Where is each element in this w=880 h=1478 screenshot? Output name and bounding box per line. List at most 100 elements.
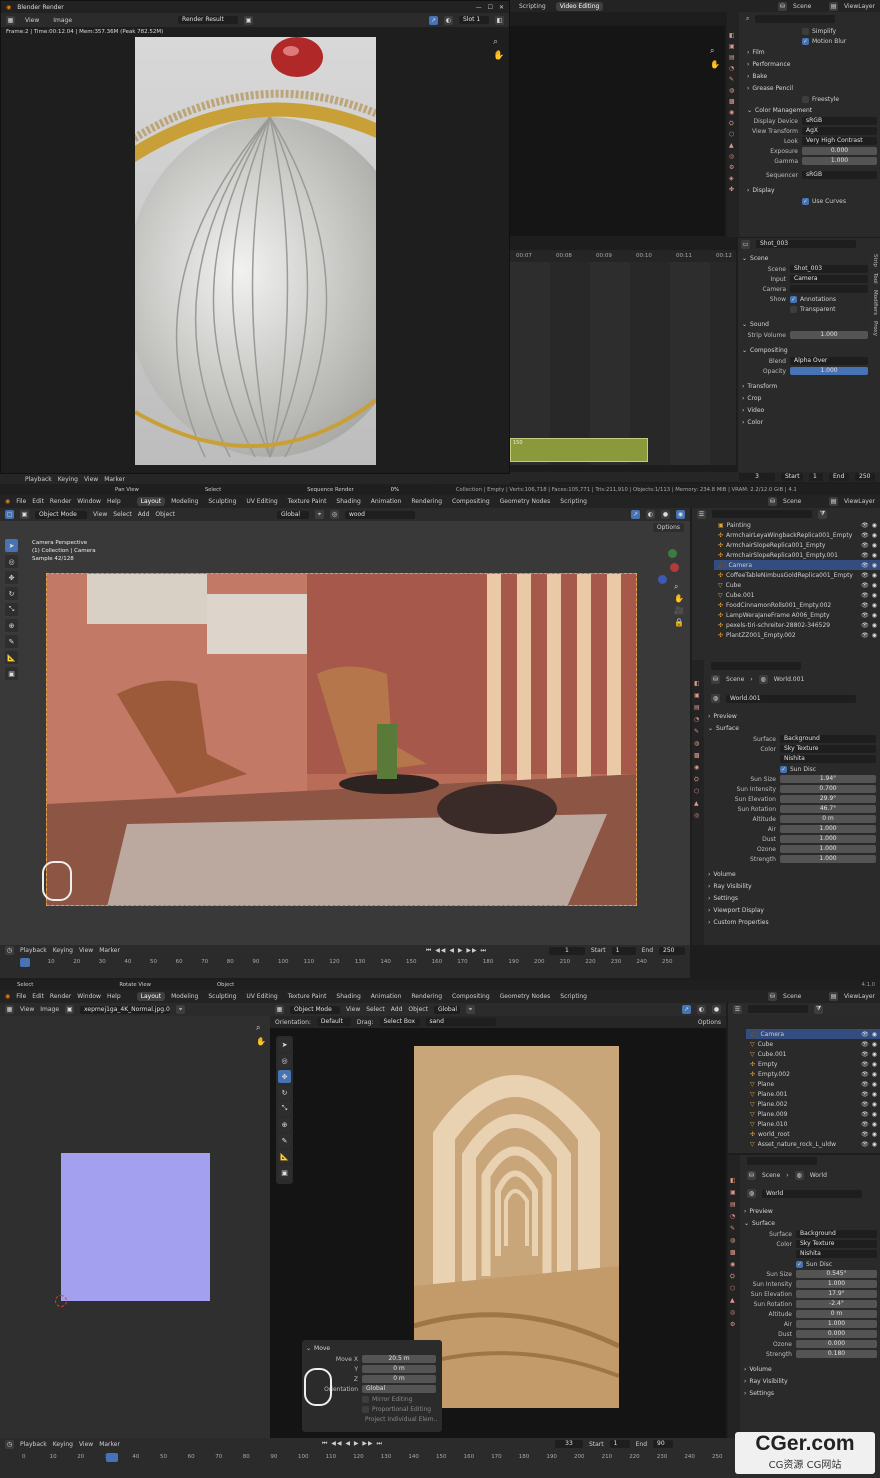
tab-uv-editing[interactable]: UV Editing bbox=[242, 992, 281, 1001]
editor-type-icon[interactable]: ▦ bbox=[275, 1005, 284, 1014]
visibility-icon[interactable]: 👁 bbox=[861, 1111, 869, 1118]
tab-rendering[interactable]: Rendering bbox=[407, 497, 446, 506]
seq-current-frame[interactable]: 3 bbox=[739, 473, 775, 481]
checkbox[interactable] bbox=[362, 1405, 369, 1413]
render-icon[interactable]: ◉ bbox=[872, 1141, 880, 1148]
select-mode-icon[interactable]: ▣ bbox=[20, 510, 29, 519]
tab-layout[interactable]: Layout bbox=[136, 992, 166, 1001]
proportional-icon[interactable]: ◎ bbox=[329, 510, 339, 519]
menu-playback[interactable]: Playback bbox=[20, 1441, 47, 1448]
outliner-item[interactable]: ▽ Cube 👁 ◉ bbox=[746, 1039, 880, 1049]
visibility-icon[interactable]: 👁 bbox=[861, 612, 869, 619]
viewport-search[interactable]: wood bbox=[344, 510, 415, 519]
property-value[interactable]: 1.000 bbox=[790, 367, 868, 375]
menu-add[interactable]: Add bbox=[391, 1006, 403, 1013]
render-icon[interactable]: ◉ bbox=[872, 522, 880, 529]
playback-controls[interactable]: ⏮ ◀◀ ◀ ▶ ▶▶ ⏭ bbox=[322, 1440, 383, 1448]
outliner-item[interactable]: ✣ ArmchairLeyaWingbackReplica001_Empty 👁 ◉ bbox=[714, 530, 880, 540]
render-window-titlebar[interactable]: ◉ Blender Render — ☐ ✕ bbox=[1, 1, 509, 13]
move-orientation-select[interactable]: Global bbox=[362, 1385, 436, 1393]
world-name-field[interactable]: World bbox=[762, 1189, 862, 1198]
orientation-select[interactable]: Default bbox=[316, 1018, 351, 1026]
editor-type-icon[interactable]: ▦ bbox=[5, 1005, 14, 1014]
filter-icon[interactable]: ⧩ bbox=[814, 1004, 823, 1014]
playhead[interactable] bbox=[20, 958, 30, 967]
property-value[interactable]: 1.000 bbox=[790, 331, 868, 339]
property-value[interactable]: Sky Texture bbox=[780, 745, 876, 753]
property-value[interactable] bbox=[790, 285, 868, 293]
menu-file[interactable]: File bbox=[16, 498, 26, 505]
scene-name[interactable]: Scene bbox=[783, 498, 823, 505]
outliner-item[interactable]: ▽ Plane.010 👁 ◉ bbox=[746, 1119, 880, 1129]
panel-section[interactable]: › Volume bbox=[708, 868, 876, 880]
panel-section[interactable]: › Video bbox=[742, 404, 868, 416]
checkbox[interactable]: ✓ bbox=[780, 765, 787, 773]
visibility-icon[interactable]: 👁 bbox=[861, 1091, 869, 1098]
panel-section[interactable]: ⌄ Surface bbox=[744, 1217, 877, 1229]
gizmo-icon[interactable]: ↗ bbox=[429, 15, 438, 25]
tab-proxy[interactable]: Proxy bbox=[869, 318, 878, 338]
seq-menu-keying[interactable]: Keying bbox=[58, 476, 78, 483]
navigation-gizmo[interactable] bbox=[648, 549, 680, 584]
menu-marker[interactable]: Marker bbox=[99, 1441, 120, 1448]
menu-marker[interactable]: Marker bbox=[99, 947, 120, 954]
tab-texture-paint[interactable]: Texture Paint bbox=[284, 992, 331, 1001]
render-icon[interactable]: ◉ bbox=[872, 572, 880, 579]
property-value[interactable]: 0.000 bbox=[796, 1330, 877, 1338]
tab-strip[interactable]: Strip bbox=[869, 252, 878, 269]
visibility-icon[interactable]: 👁 bbox=[861, 1051, 869, 1058]
image-name-field[interactable]: xepmej1ga_4K_Normal.jpg.001 bbox=[80, 1005, 171, 1014]
seq-start-frame[interactable]: 1 bbox=[809, 473, 823, 481]
outliner-editor-icon[interactable]: ☰ bbox=[733, 1004, 742, 1014]
outliner-search[interactable] bbox=[712, 510, 812, 518]
blender-logo-icon[interactable]: ◉ bbox=[5, 993, 10, 1000]
tab-tool[interactable]: Tool bbox=[869, 270, 878, 286]
panel-section[interactable]: › Grease Pencil bbox=[747, 82, 877, 94]
options-button[interactable]: Options bbox=[652, 523, 684, 532]
menu-help[interactable]: Help bbox=[107, 498, 121, 505]
render-icon[interactable]: ◉ bbox=[872, 532, 880, 539]
menu-help[interactable]: Help bbox=[107, 993, 121, 1000]
orientation-select[interactable]: Global bbox=[276, 510, 309, 519]
render-icon[interactable]: ◉ bbox=[872, 562, 880, 569]
outliner-item[interactable]: ▣ Painting 👁 ◉ bbox=[714, 520, 880, 530]
cursor-tool-icon[interactable]: ◎ bbox=[278, 1054, 291, 1067]
tab-uv-editing[interactable]: UV Editing bbox=[242, 497, 281, 506]
current-frame-field[interactable]: 1 bbox=[548, 946, 585, 955]
menu-view[interactable]: View bbox=[21, 16, 43, 25]
property-value[interactable]: 0 m bbox=[780, 815, 876, 823]
checkbox[interactable] bbox=[802, 95, 809, 103]
visibility-icon[interactable]: 👁 bbox=[861, 1131, 869, 1138]
world-search-bar[interactable] bbox=[742, 1156, 877, 1166]
playhead[interactable] bbox=[106, 1453, 118, 1462]
snap-icon[interactable]: ⌖ bbox=[314, 510, 324, 519]
render-icon[interactable]: ◉ bbox=[872, 612, 880, 619]
menu-view[interactable]: View bbox=[79, 947, 93, 954]
gizmo-y-icon[interactable] bbox=[668, 549, 677, 558]
move-value[interactable]: 0 m bbox=[362, 1375, 436, 1383]
tab-compositing[interactable]: Compositing bbox=[448, 497, 494, 506]
editor-type-icon[interactable]: ▦ bbox=[6, 15, 15, 25]
scene-icon[interactable]: ⛁ bbox=[768, 992, 778, 1001]
seq-menu-view[interactable]: View bbox=[84, 476, 98, 483]
property-value[interactable]: Nishita bbox=[780, 755, 876, 763]
outliner-item[interactable]: ✣ FoodCinnamonRolls001_Empty.002 👁 ◉ bbox=[714, 600, 880, 610]
property-value[interactable]: 1.000 bbox=[780, 825, 876, 833]
render-icon[interactable]: ◉ bbox=[872, 622, 880, 629]
property-value[interactable]: 1.000 bbox=[780, 835, 876, 843]
blender-logo-icon[interactable]: ◉ bbox=[5, 498, 10, 505]
viewlayer-name[interactable]: ViewLayer bbox=[844, 993, 875, 1000]
props-search-field[interactable] bbox=[755, 15, 836, 23]
outliner-item[interactable]: ✣ ArmchairSlopeReplica001_Empty 👁 ◉ bbox=[714, 540, 880, 550]
rotate-tool-icon[interactable]: ↻ bbox=[5, 587, 18, 600]
filter-icon[interactable]: ⧩ bbox=[818, 509, 827, 519]
property-value[interactable]: Background bbox=[796, 1230, 877, 1238]
render-icon[interactable]: ◉ bbox=[872, 1091, 880, 1098]
property-value[interactable]: sRGB bbox=[802, 117, 877, 125]
scene-icon[interactable]: ⛁ bbox=[768, 497, 778, 506]
viewlayer-icon[interactable]: ▤ bbox=[829, 1, 839, 11]
menu-select[interactable]: Select bbox=[366, 1006, 385, 1013]
property-value[interactable]: 46.7° bbox=[780, 805, 876, 813]
image-browse-icon[interactable]: ▣ bbox=[244, 15, 254, 25]
visibility-icon[interactable]: 👁 bbox=[861, 1141, 869, 1148]
